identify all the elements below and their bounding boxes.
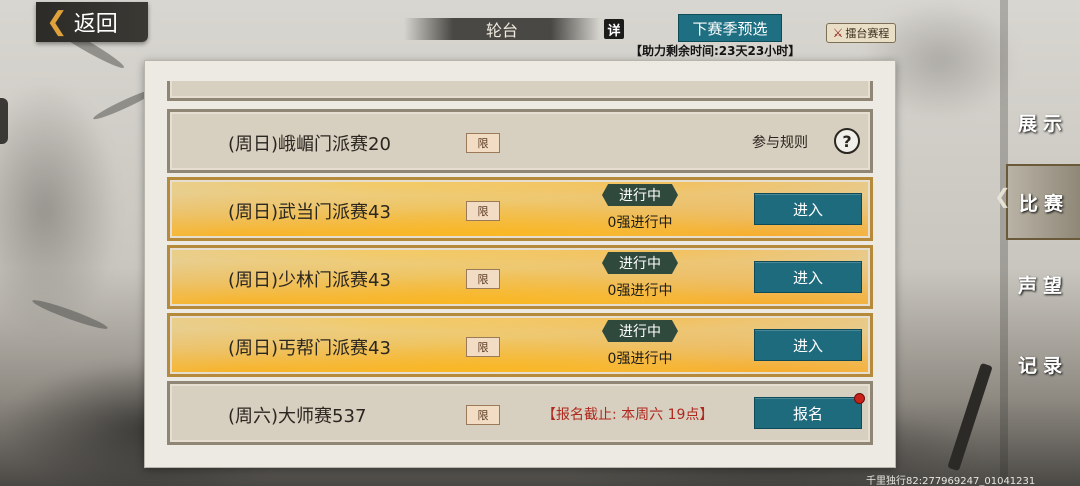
- limit-badge: 限: [466, 133, 500, 153]
- competition-list[interactable]: (周日)峨嵋门派赛20 限 参与规则 ? (周日)武当门派赛43 限 进行中 0…: [167, 81, 873, 449]
- notification-dot: [854, 393, 865, 404]
- chevron-left-icon: ❮: [46, 7, 68, 37]
- round-tab[interactable]: 轮台: [404, 18, 600, 40]
- detail-button[interactable]: 详: [604, 19, 624, 39]
- competition-panel: (周日)峨嵋门派赛20 限 参与规则 ? (周日)武当门派赛43 限 进行中 0…: [144, 60, 896, 468]
- enter-button[interactable]: 进入: [754, 261, 862, 293]
- tab-label: 记录: [1017, 354, 1068, 377]
- limit-badge: 限: [466, 337, 500, 357]
- tab-label: 展示: [1017, 112, 1068, 135]
- enter-button[interactable]: 进入: [754, 193, 862, 225]
- chevron-left-icon: ❮: [994, 184, 1017, 208]
- register-button[interactable]: 报名: [754, 393, 865, 429]
- limit-badge: 限: [466, 269, 500, 289]
- competition-name: (周日)武当门派赛43: [228, 202, 391, 223]
- crossed-swords-icon: ⚔: [832, 26, 844, 40]
- side-tab-bar: 展示 ❮ 比赛 声望 记录: [994, 0, 1080, 486]
- status-badge: 进行中: [602, 252, 678, 274]
- back-label: 返回: [73, 12, 118, 37]
- registration-deadline: 【报名截止: 本周六 19点】: [542, 407, 714, 423]
- limit-badge: 限: [466, 405, 500, 425]
- status-badge: 进行中: [602, 184, 678, 206]
- status-detail: 0强进行中: [607, 283, 673, 299]
- tab-reputation[interactable]: 声望: [1006, 256, 1080, 312]
- back-button[interactable]: ❮ 返回: [36, 2, 148, 42]
- next-season-button[interactable]: 下赛季预选: [678, 14, 782, 42]
- tab-records[interactable]: 记录: [1006, 336, 1080, 392]
- boost-countdown-text: 【助力剩余时间:23天23小时】: [630, 44, 801, 58]
- status-detail: 0强进行中: [607, 351, 673, 367]
- list-item: (周日)少林门派赛43 限 进行中 0强进行中 进入: [167, 245, 873, 309]
- ink-wash-decoration: [0, 80, 120, 340]
- tab-display[interactable]: 展示: [1006, 94, 1080, 150]
- competition-name: (周日)少林门派赛43: [228, 270, 391, 291]
- limit-badge: 限: [466, 201, 500, 221]
- tab-label: 比赛: [1018, 192, 1069, 215]
- status-detail: 0强进行中: [607, 215, 673, 231]
- competition-name: (周六)大师赛537: [228, 406, 367, 427]
- list-item: (周日)武当门派赛43 限 进行中 0强进行中 进入: [167, 177, 873, 241]
- player-id-text: 千里独行82:277969247_01041231: [866, 476, 1036, 486]
- register-label: 报名: [792, 404, 823, 423]
- tab-label: 声望: [1017, 274, 1068, 297]
- list-item: (周日)丐帮门派赛43 限 进行中 0强进行中 进入: [167, 313, 873, 377]
- competition-name: (周日)丐帮门派赛43: [228, 338, 391, 359]
- rules-link[interactable]: 参与规则: [752, 132, 808, 152]
- enter-button[interactable]: 进入: [754, 329, 862, 361]
- left-edge-handle: [0, 98, 8, 144]
- schedule-button[interactable]: ⚔ 擂台赛程: [826, 23, 896, 43]
- list-item: (周日)峨嵋门派赛20 限 参与规则 ?: [167, 109, 873, 173]
- status-badge: 进行中: [602, 320, 678, 342]
- competition-name: (周日)峨嵋门派赛20: [228, 134, 391, 155]
- schedule-label: 擂台赛程: [845, 27, 890, 40]
- list-item: (周六)大师赛537 限 【报名截止: 本周六 19点】 报名: [167, 381, 873, 445]
- help-icon[interactable]: ?: [834, 128, 860, 154]
- list-item-partial: [167, 81, 873, 101]
- tab-competition[interactable]: ❮ 比赛: [994, 164, 1080, 240]
